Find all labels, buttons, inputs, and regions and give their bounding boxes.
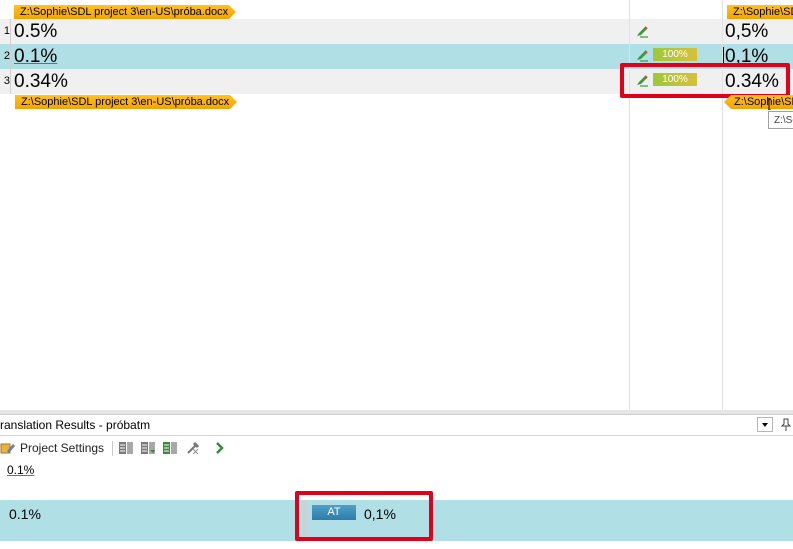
toolbar-separator bbox=[112, 441, 113, 456]
translated-pen-icon bbox=[637, 50, 648, 62]
panel-menu-dropdown[interactable] bbox=[757, 417, 773, 432]
row-number-divider bbox=[10, 19, 11, 94]
active-source-text: 0.1% bbox=[7, 463, 35, 477]
translation-results-titlebar: ranslation Results - próbatm bbox=[0, 415, 793, 436]
clear-icon[interactable] bbox=[185, 441, 201, 455]
project-settings-icon[interactable] bbox=[0, 441, 16, 455]
status-column-divider bbox=[629, 0, 630, 410]
source-segment[interactable]: 0.34% bbox=[14, 69, 68, 94]
target-segment[interactable]: 0,5% bbox=[725, 19, 768, 44]
play-icon[interactable] bbox=[212, 441, 228, 455]
project-settings-button[interactable]: Project Settings bbox=[20, 436, 104, 460]
file-start-tag-target[interactable]: Z:\Sophie\SDL bbox=[727, 5, 793, 19]
panel-title: ranslation Results - próbatm bbox=[0, 418, 151, 432]
tm-options-icon-3[interactable] bbox=[162, 441, 178, 455]
chevron-down-icon bbox=[762, 423, 768, 427]
tm-options-icon-2[interactable] bbox=[140, 441, 156, 455]
tag-tooltip: Z:\Sophie\SDL project 3\en-US\próba.docx bbox=[768, 111, 793, 129]
editor-grid: Z:\Sophie\SDL project 3\en-US\próba.docx… bbox=[0, 0, 793, 410]
match-percentage-badge: 100% bbox=[653, 48, 697, 61]
file-end-tag-target[interactable]: Z:\Sophie\SD bbox=[724, 95, 793, 109]
file-start-tag-source[interactable]: Z:\Sophie\SDL project 3\en-US\próba.docx bbox=[14, 5, 236, 19]
result-source-text: 0.1% bbox=[9, 506, 41, 522]
row-number: 2 bbox=[3, 50, 10, 62]
row-number: 3 bbox=[3, 75, 10, 87]
row-number: 1 bbox=[3, 25, 10, 37]
source-segment[interactable]: 0.5% bbox=[14, 19, 57, 44]
segment-row[interactable] bbox=[0, 19, 793, 44]
file-end-tag-source[interactable]: Z:\Sophie\SDL project 3\en-US\próba.docx bbox=[15, 95, 237, 109]
results-toolbar: Project Settings bbox=[0, 436, 793, 460]
draft-pen-icon bbox=[637, 26, 648, 38]
pin-icon[interactable] bbox=[780, 418, 792, 432]
highlight-box bbox=[295, 491, 433, 541]
mouse-cursor-icon bbox=[768, 98, 771, 110]
tm-options-icon-1[interactable] bbox=[118, 441, 134, 455]
source-segment[interactable]: 0.1% bbox=[14, 44, 57, 69]
highlight-box bbox=[620, 63, 790, 98]
